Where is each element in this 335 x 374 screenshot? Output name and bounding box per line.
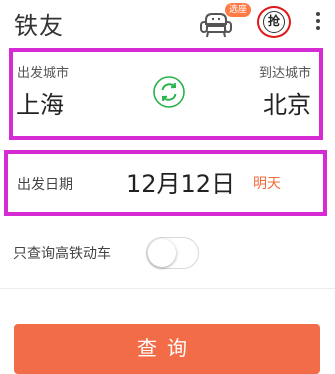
toggle-knob <box>148 239 176 267</box>
date-label: 出发日期 <box>17 177 73 193</box>
grab-ticket-button[interactable]: 抢 <box>257 6 291 38</box>
gd-only-toggle[interactable] <box>146 237 199 269</box>
swap-cities-button[interactable] <box>153 76 185 108</box>
swap-refresh-icon <box>153 76 185 108</box>
route-card: 出发城市 上海 到达城市 北京 <box>9 48 323 140</box>
seat-badge: 选座 <box>225 3 252 17</box>
gd-only-label: 只查询高铁动车 <box>13 246 111 262</box>
date-value[interactable]: 12月12日 <box>126 164 235 199</box>
divider <box>0 288 335 289</box>
to-city-label: 到达城市 <box>258 66 311 81</box>
grab-label: 抢 <box>263 11 285 33</box>
to-city-value[interactable]: 北京 <box>263 85 311 120</box>
app-title: 铁友 <box>14 12 64 40</box>
from-city-label: 出发城市 <box>17 66 70 81</box>
top-bar: 铁友 选座 抢 <box>0 0 335 46</box>
from-city-value[interactable]: 上海 <box>16 85 64 120</box>
date-day-hint: 明天 <box>253 176 281 192</box>
date-card[interactable]: 出发日期 12月12日 明天 <box>4 150 327 216</box>
more-vertical-icon[interactable] <box>311 9 325 37</box>
